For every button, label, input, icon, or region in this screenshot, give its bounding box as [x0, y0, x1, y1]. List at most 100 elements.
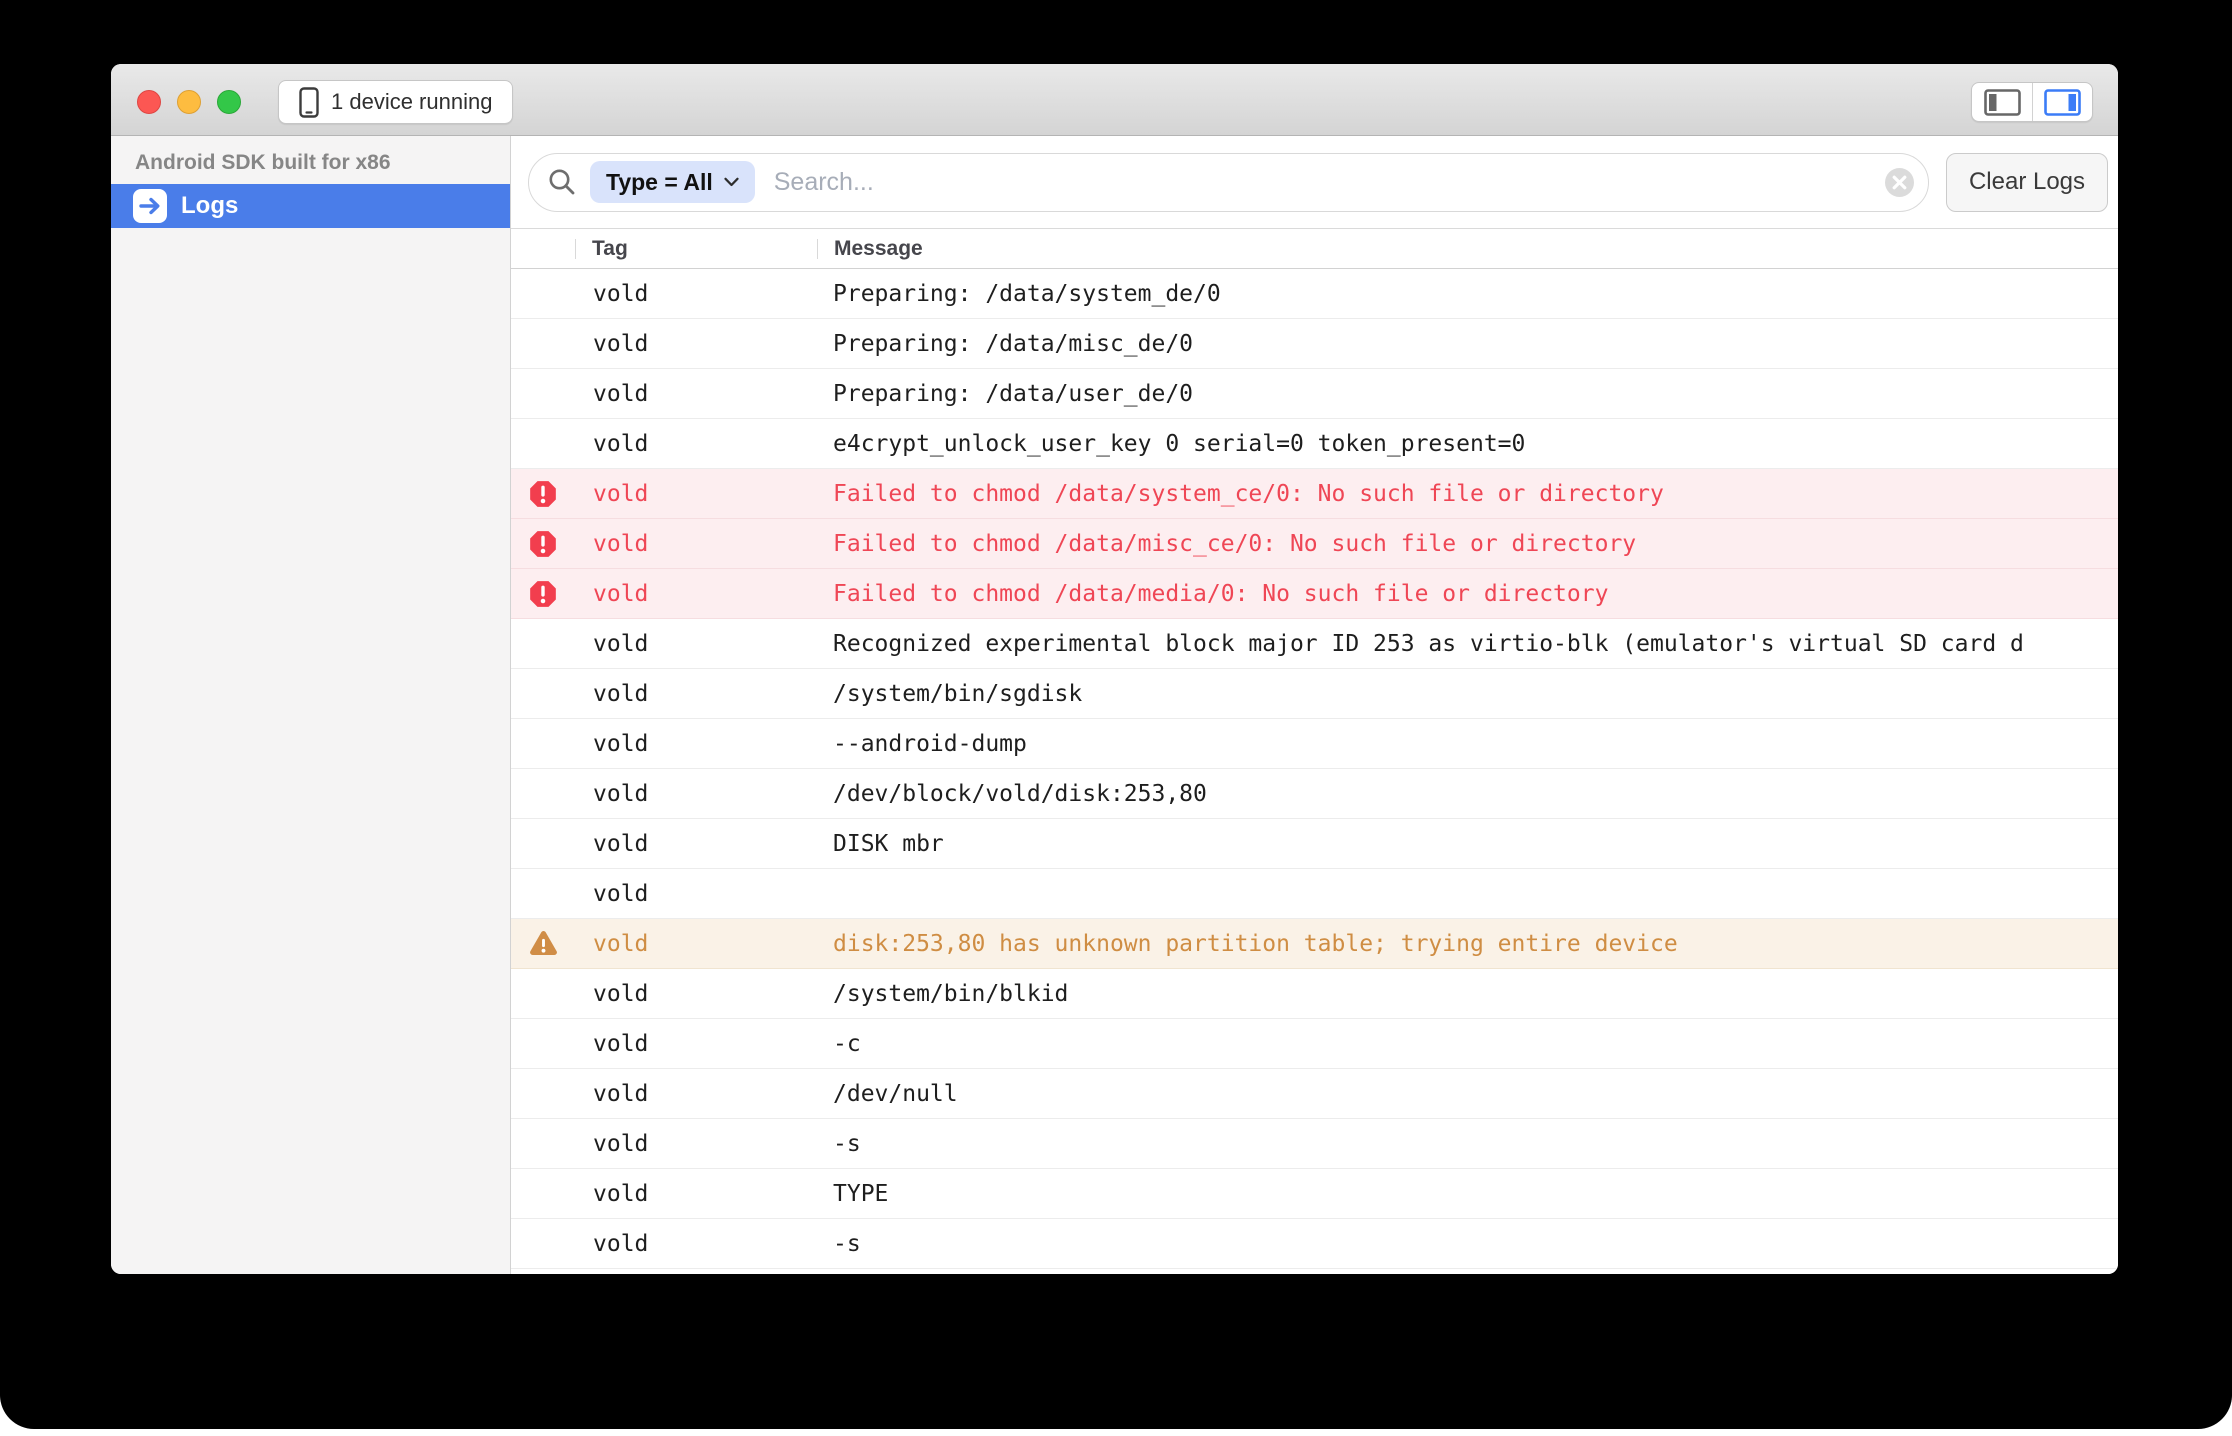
search-input[interactable] [774, 168, 1884, 197]
column-divider [575, 239, 576, 259]
log-message: /dev/null [817, 1081, 2118, 1107]
table-row[interactable]: vold Recognized experimental block major… [511, 619, 2118, 669]
log-message: e4crypt_unlock_user_key 0 serial=0 token… [817, 431, 2118, 457]
error-icon [529, 530, 557, 558]
log-tag: vold [575, 681, 817, 707]
table-row[interactable]: vold Preparing: /data/user_de/0 [511, 369, 2118, 419]
panel-left-icon [1984, 89, 2021, 116]
log-message: disk:253,80 has unknown partition table;… [817, 931, 2118, 957]
log-tag: vold [575, 281, 817, 307]
error-icon [529, 480, 557, 508]
log-message: Recognized experimental block major ID 2… [817, 631, 2118, 657]
log-tag: vold [575, 581, 817, 607]
zoom-window-button[interactable] [217, 90, 241, 114]
log-message: /system/bin/sgdisk [817, 681, 2118, 707]
search-icon [547, 167, 577, 197]
log-message: -s [817, 1231, 2118, 1257]
table-row[interactable]: vold -s [511, 1219, 2118, 1269]
log-tag: vold [575, 531, 817, 557]
log-tag: vold [575, 331, 817, 357]
search-field[interactable]: Type = All [528, 153, 1929, 212]
panel-right-icon [2044, 89, 2081, 116]
log-message: Failed to chmod /data/media/0: No such f… [817, 581, 2118, 607]
table-row[interactable]: vold e4crypt_unlock_user_key 0 serial=0 … [511, 419, 2118, 469]
log-tag: vold [575, 931, 817, 957]
type-filter-dropdown[interactable]: Type = All [590, 161, 755, 203]
app-window: 1 device running [111, 64, 2118, 1274]
minimize-window-button[interactable] [177, 90, 201, 114]
table-row[interactable]: vold disk:253,80 has unknown partition t… [511, 919, 2118, 969]
chevron-down-icon [724, 177, 739, 187]
log-tag: vold [575, 431, 817, 457]
device-running-button[interactable]: 1 device running [278, 80, 513, 124]
table-row[interactable]: vold --android-dump [511, 719, 2118, 769]
log-message: Failed to chmod /data/misc_ce/0: No such… [817, 531, 2118, 557]
row-level-cell [511, 930, 575, 957]
close-icon [1884, 167, 1915, 198]
sidebar: Android SDK built for x86 Logs [111, 136, 511, 1274]
table-row[interactable]: vold TYPE [511, 1169, 2118, 1219]
error-icon [529, 580, 557, 608]
column-divider [817, 239, 818, 259]
log-message: Preparing: /data/misc_de/0 [817, 331, 2118, 357]
log-message: /system/bin/blkid [817, 981, 2118, 1007]
table-header: Tag Message [511, 229, 2118, 269]
log-tag: vold [575, 1231, 817, 1257]
close-window-button[interactable] [137, 90, 161, 114]
log-tag: vold [575, 1131, 817, 1157]
log-tag: vold [575, 481, 817, 507]
log-rows: vold Preparing: /data/system_de/0 vold P… [511, 269, 2118, 1274]
toggle-left-panel-button[interactable] [1972, 83, 2032, 121]
table-row[interactable]: vold /system/bin/blkid [511, 969, 2118, 1019]
device-running-label: 1 device running [331, 89, 492, 115]
row-level-cell [511, 580, 575, 608]
log-message: Preparing: /data/user_de/0 [817, 381, 2118, 407]
main-panel: Type = All [511, 136, 2118, 1274]
log-tag: vold [575, 881, 817, 907]
column-header-tag-label: Tag [592, 237, 628, 261]
log-message: -s [817, 1131, 2118, 1157]
table-row[interactable]: vold /system/bin/sgdisk [511, 669, 2118, 719]
warning-icon [529, 930, 558, 957]
type-filter-label: Type = All [606, 169, 713, 196]
log-message: Failed to chmod /data/system_ce/0: No su… [817, 481, 2118, 507]
sidebar-device-name: Android SDK built for x86 [111, 148, 510, 178]
toolbar: Type = All [511, 136, 2118, 229]
table-row[interactable]: vold Preparing: /data/system_de/0 [511, 269, 2118, 319]
table-row[interactable]: vold -c [511, 1019, 2118, 1069]
log-tag: vold [575, 1181, 817, 1207]
log-message: /dev/block/vold/disk:253,80 [817, 781, 2118, 807]
clear-logs-button[interactable]: Clear Logs [1946, 153, 2108, 212]
clear-logs-label: Clear Logs [1969, 168, 2085, 196]
log-tag: vold [575, 731, 817, 757]
column-header-message[interactable]: Message [817, 237, 2118, 261]
log-tag: vold [575, 1081, 817, 1107]
column-header-message-label: Message [834, 237, 923, 261]
logs-arrow-icon [133, 189, 167, 223]
log-tag: vold [575, 631, 817, 657]
panel-toggle-group [1971, 82, 2093, 122]
log-tag: vold [575, 831, 817, 857]
sidebar-item-label: Logs [181, 192, 238, 220]
table-row[interactable]: vold [511, 869, 2118, 919]
column-header-tag[interactable]: Tag [575, 237, 817, 261]
table-row[interactable]: vold /dev/null [511, 1069, 2118, 1119]
log-message: TYPE [817, 1181, 2118, 1207]
phone-icon [299, 87, 319, 118]
sidebar-item-logs[interactable]: Logs [111, 184, 510, 228]
log-message: Preparing: /data/system_de/0 [817, 281, 2118, 307]
table-row[interactable]: vold /dev/block/vold/disk:253,80 [511, 769, 2118, 819]
row-level-cell [511, 480, 575, 508]
toggle-right-panel-button[interactable] [2032, 83, 2092, 121]
log-message: --android-dump [817, 731, 2118, 757]
table-row[interactable]: vold -s [511, 1119, 2118, 1169]
table-row[interactable]: vold Failed to chmod /data/media/0: No s… [511, 569, 2118, 619]
log-tag: vold [575, 1031, 817, 1057]
clear-search-button[interactable] [1884, 167, 1915, 198]
table-row[interactable]: vold DISK mbr [511, 819, 2118, 869]
log-tag: vold [575, 981, 817, 1007]
log-message: -c [817, 1031, 2118, 1057]
table-row[interactable]: vold Failed to chmod /data/misc_ce/0: No… [511, 519, 2118, 569]
table-row[interactable]: vold Failed to chmod /data/system_ce/0: … [511, 469, 2118, 519]
table-row[interactable]: vold Preparing: /data/misc_de/0 [511, 319, 2118, 369]
